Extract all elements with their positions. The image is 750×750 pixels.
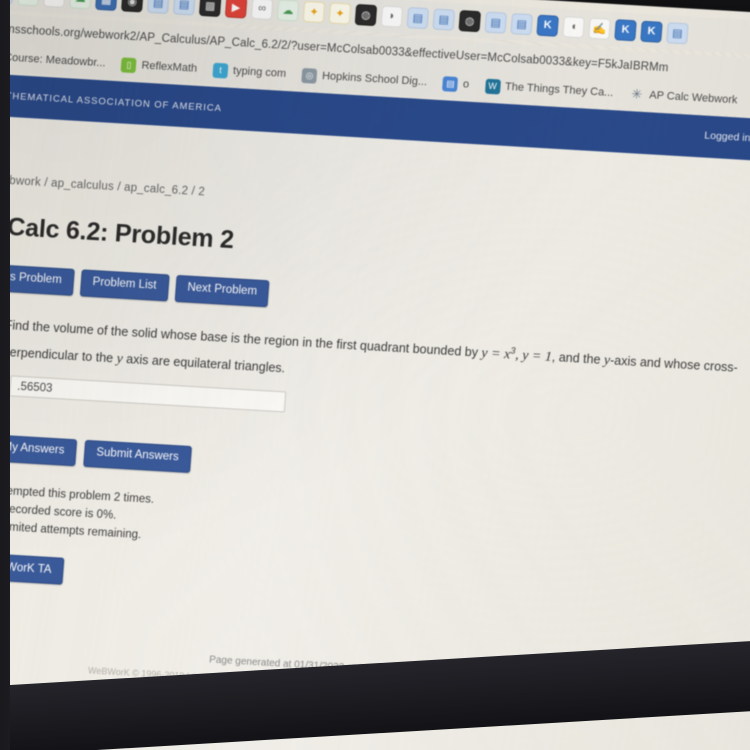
bookmark-label: Course: Meadowbr... [3,51,107,70]
problem-list-button[interactable]: Problem List [79,269,170,301]
ext-icon-grid[interactable]: ▦ [95,0,118,11]
bookmark-item-reflexmath[interactable]: ▯ ReflexMath [120,56,198,76]
previous-problem-button[interactable]: Previous Problem [0,262,75,296]
problem-text-4: axis are equilateral triangles. [122,351,286,376]
problem-text-2: , and the [551,350,605,368]
ext-icon-star-1[interactable]: ✦ [302,0,326,23]
ext-icon-kami-2[interactable]: K [614,18,637,41]
ext-icon-cloud-3[interactable]: ☁ [276,0,300,22]
ext-icon-kami-3[interactable]: K [640,20,663,43]
bookmark-icon-wordpress: W [484,78,501,94]
bookmark-item-docs[interactable]: ▤ o [442,75,470,92]
browser-window: ▤ ▦ ▤ ☁ ◗ ☁ ▦ ◉ ▤ ▤ ▩ ▶ ∞ ☁ ✦ ✦ ◍ ◗ ▤ ▤ … [0,0,750,750]
submit-answers-button[interactable]: Submit Answers [83,439,192,473]
bookmark-icon-hopkins: ◎ [301,67,318,84]
ext-icon-list-2[interactable]: ▤ [172,0,196,16]
bookmark-item-apcalc[interactable]: ✳ AP Calc Webwork [629,86,738,108]
ext-icon-globe[interactable]: ◍ [354,3,378,26]
bookmark-icon-typing: t [212,62,229,79]
photo-of-screen: ▤ ▦ ▤ ☁ ◗ ☁ ▦ ◉ ▤ ▤ ▩ ▶ ∞ ☁ ✦ ✦ ◍ ◗ ▤ ▤ … [0,0,750,750]
problem-nav-buttons: Previous Problem Problem List Next Probl… [0,262,270,307]
attempt-status: You have attempted this problem 2 times.… [0,480,155,546]
problem-math-1: y = x [480,346,511,363]
ext-icon-qr[interactable]: ▩ [198,0,222,17]
answer-action-buttons: Preview My Answers Submit Answers [0,431,192,473]
ext-icon-cloud-2[interactable]: ☁ [69,0,92,9]
bookmark-item-course[interactable]: m Course: Meadowbr... [0,49,106,71]
ext-icon-list-1[interactable]: ▤ [147,0,170,14]
bookmark-icon-reflexmath: ▯ [120,56,138,73]
bookmark-item-typing[interactable]: t typing com [212,62,287,81]
next-problem-button[interactable]: Next Problem [174,274,270,307]
bookmark-icon-apcalc: ✳ [630,86,643,102]
ext-icon-drop[interactable]: ◗ [43,0,66,8]
maa-subtitle: MATHEMATICAL ASSOCIATION OF AMERICA [0,89,223,114]
page-title: AP Calc 6.2: Problem 2 [0,211,235,255]
bookmark-label: The Things They Ca... [504,80,614,100]
ext-icon-list-6[interactable]: ▤ [510,12,533,35]
problem-math-2: , y = 1 [514,347,553,366]
bookmark-label: ReflexMath [141,59,198,75]
ext-icon-kami[interactable]: K [536,14,559,37]
bookmark-label: typing com [232,64,287,80]
monitor-left-bezel [0,0,10,750]
bookmark-item-hopkins[interactable]: ◎ Hopkins School Dig... [301,67,428,89]
ext-icon-cloud[interactable]: ☁ [17,0,40,6]
ext-icon-star-2[interactable]: ✦ [328,1,352,25]
volume-answer-input[interactable]: .56503 [9,375,287,413]
breadcrumb[interactable]: webwork / ap_calculus / ap_calc_6.2 / 2 [0,174,205,198]
bookmark-label: AP Calc Webwork [648,89,738,107]
ext-icon-dots[interactable]: ∞ [250,0,274,20]
bookmark-icon-docs: ▤ [442,75,459,92]
bookmark-label: Hopkins School Dig... [321,70,428,89]
ext-icon-apple[interactable]: ◖ [562,15,585,38]
bookmark-item-wordpress[interactable]: W The Things They Ca... [484,78,614,100]
ext-icon-eye[interactable]: ◉ [121,0,144,12]
ext-icon-hand[interactable]: ✍ [588,17,611,40]
preview-my-answers-button[interactable]: Preview My Answers [0,431,78,466]
logged-in-status: Logged in as Mc [703,129,750,146]
ext-icon-list-3[interactable]: ▤ [406,6,430,29]
bookmark-label: o [462,78,470,91]
ext-icon-drop-2[interactable]: ◗ [380,4,404,28]
ext-icon-list-5[interactable]: ▤ [484,11,508,34]
ext-icon-globe-2[interactable]: ◍ [458,9,482,32]
ext-icon-blue[interactable]: ▤ [666,21,689,44]
ext-icon-youtube[interactable]: ▶ [224,0,248,19]
ext-icon-list-4[interactable]: ▤ [432,8,456,31]
